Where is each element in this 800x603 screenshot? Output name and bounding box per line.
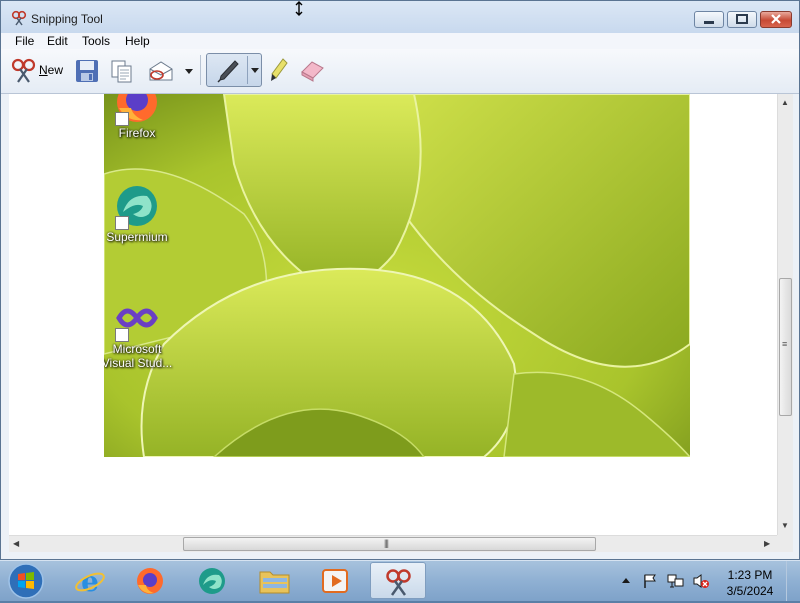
scroll-corner	[777, 535, 793, 552]
action-center-flag-icon[interactable]	[642, 573, 658, 589]
copy-icon[interactable]	[109, 58, 135, 84]
clock-time: 1:23 PM	[727, 568, 773, 582]
menu-tools[interactable]: Tools	[82, 34, 110, 48]
highlighter-icon[interactable]	[267, 57, 289, 85]
desktop-icon-label: Firefox	[118, 126, 156, 140]
show-hidden-icons-arrow-icon[interactable]	[621, 576, 631, 584]
resize-cursor-icon	[295, 1, 303, 16]
toolbar-separator	[200, 55, 201, 85]
captured-snip-image: Firefox Supermium Microsoft Visual Stud.…	[104, 94, 690, 457]
scroll-down-arrow-icon[interactable]: ▼	[781, 521, 789, 530]
vertical-scroll-thumb[interactable]: ≡	[779, 278, 792, 416]
folder-icon	[259, 571, 290, 594]
close-icon	[771, 14, 781, 24]
snip-canvas[interactable]: Firefox Supermium Microsoft Visual Stud.…	[9, 94, 777, 535]
show-desktop-button[interactable]	[786, 561, 800, 601]
desktop-icon-label: Microsoft Visual Stud...	[104, 342, 173, 370]
save-icon[interactable]	[74, 58, 100, 84]
taskbar-windows-explorer[interactable]	[246, 562, 302, 599]
scissors-icon	[11, 58, 36, 83]
menu-help[interactable]: Help	[125, 34, 150, 48]
maximize-button[interactable]	[727, 11, 757, 28]
pen-icon	[217, 60, 239, 83]
shortcut-arrow-icon	[115, 216, 129, 230]
taskbar-media-player[interactable]	[308, 562, 364, 599]
menu-edit[interactable]: Edit	[47, 34, 68, 48]
supermium-icon	[199, 568, 225, 594]
clock-date: 3/5/2024	[726, 584, 774, 598]
taskbar-supermium[interactable]	[184, 562, 240, 599]
network-icon[interactable]	[667, 573, 685, 589]
menu-file[interactable]: File	[15, 34, 34, 48]
minimize-icon	[704, 21, 714, 24]
desktop-icon-firefox: Firefox	[104, 94, 175, 140]
svg-text:e: e	[81, 566, 99, 596]
send-dropdown-icon[interactable]	[184, 68, 194, 76]
desktop-icon-supermium: Supermium	[104, 182, 175, 244]
desktop-icon-visual-studio: Microsoft Visual Stud...	[104, 294, 175, 370]
media-player-icon	[322, 569, 348, 593]
scroll-left-arrow-icon[interactable]: ◀	[13, 539, 19, 548]
start-button[interactable]	[6, 562, 46, 600]
scroll-up-arrow-icon[interactable]: ▲	[781, 98, 789, 107]
taskbar-internet-explorer[interactable]: e	[62, 562, 118, 599]
firefox-icon	[137, 568, 163, 594]
horizontal-scrollbar[interactable]: ◀ ||| ▶	[9, 535, 777, 552]
succulent-wallpaper	[104, 94, 690, 457]
menu-bar: File Edit Tools Help	[1, 33, 799, 50]
shortcut-arrow-icon	[115, 112, 129, 126]
pen-dropdown-icon[interactable]	[250, 67, 260, 75]
toolbar: New	[1, 49, 799, 94]
snipping-tool-window: Snipping Tool File Edit Tools Help New F…	[0, 0, 800, 560]
maximize-icon	[736, 14, 748, 24]
shortcut-arrow-icon	[115, 328, 129, 342]
send-snip-icon[interactable]	[147, 58, 175, 84]
vertical-scrollbar[interactable]: ▲ ≡ ▼	[777, 94, 793, 535]
snipping-tool-icon	[11, 10, 27, 26]
new-snip-button[interactable]: New	[9, 55, 71, 85]
scroll-right-arrow-icon[interactable]: ▶	[764, 539, 770, 548]
taskbar: e 1:23 PM 3/5/2024	[0, 560, 800, 601]
new-button-label: New	[39, 63, 64, 77]
title-bar[interactable]: Snipping Tool	[1, 1, 799, 33]
eraser-icon[interactable]	[298, 58, 326, 82]
minimize-button[interactable]	[694, 11, 724, 28]
internet-explorer-icon: e	[75, 566, 105, 596]
windows-start-icon	[8, 563, 44, 599]
taskbar-firefox[interactable]	[122, 562, 178, 599]
close-button[interactable]	[760, 11, 792, 28]
volume-muted-icon[interactable]	[692, 573, 710, 589]
snipping-tool-icon	[386, 569, 411, 596]
taskbar-snipping-tool[interactable]	[370, 562, 426, 599]
horizontal-scroll-thumb[interactable]: |||	[183, 537, 596, 551]
pen-button[interactable]	[206, 53, 262, 87]
window-title: Snipping Tool	[31, 12, 103, 26]
desktop-icon-label: Supermium	[106, 230, 168, 244]
system-clock[interactable]: 1:23 PM 3/5/2024	[720, 567, 780, 599]
